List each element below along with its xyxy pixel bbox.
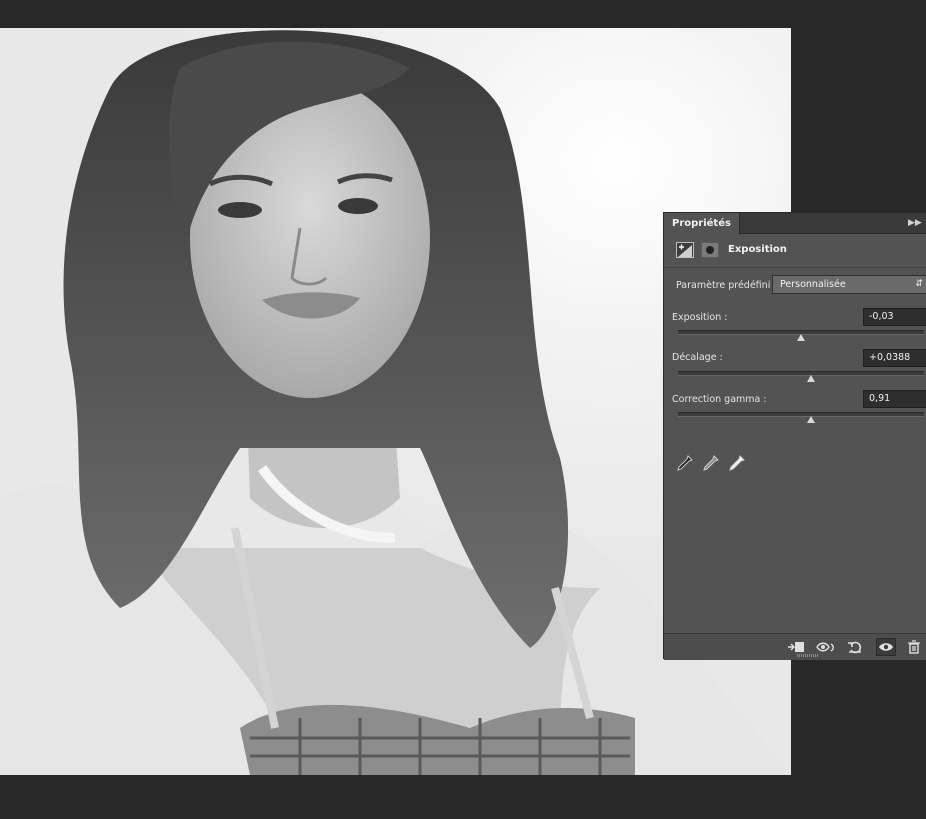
gamma-slider-thumb[interactable]: [806, 416, 815, 423]
delete-trash-icon[interactable]: [904, 638, 924, 656]
exposure-slider-thumb[interactable]: [797, 334, 805, 341]
reset-icon[interactable]: [845, 638, 865, 656]
panel-resize-grip[interactable]: [797, 654, 819, 657]
tab-properties[interactable]: Propriétés: [664, 213, 740, 234]
panel-tab-bar: Propriétés ▶▶: [664, 213, 926, 234]
collapse-panel-icon[interactable]: ▶▶: [908, 217, 922, 229]
eyedropper-white-icon[interactable]: [728, 454, 746, 472]
offset-label: Décalage :: [672, 352, 723, 363]
eyedropper-gray-icon[interactable]: [702, 454, 720, 472]
properties-panel: Propriétés ▶▶ Exposition Paramètre prédé…: [663, 212, 926, 660]
offset-slider-thumb[interactable]: [806, 375, 815, 382]
visibility-eye-icon[interactable]: [876, 638, 896, 656]
preset-select[interactable]: Personnalisée ⇵: [772, 275, 926, 294]
exposure-label: Exposition :: [672, 312, 728, 323]
select-arrows-icon: ⇵: [915, 279, 923, 289]
adjustment-header: Exposition: [664, 234, 926, 268]
panel-bottom-bar: [664, 633, 926, 660]
preset-label: Paramètre prédéfini :: [676, 280, 777, 291]
eyedropper-black-icon[interactable]: [676, 454, 694, 472]
gamma-slider-track[interactable]: [678, 412, 924, 417]
preset-value: Personnalisée: [780, 279, 846, 290]
panel-title: Exposition: [728, 244, 787, 255]
exposure-adjustment-icon[interactable]: [676, 242, 694, 258]
exposure-value-field[interactable]: -0,03: [863, 308, 926, 326]
layer-mask-icon[interactable]: [701, 242, 719, 258]
offset-slider-track[interactable]: [678, 371, 924, 376]
gamma-value-field[interactable]: 0,91: [863, 390, 926, 408]
gamma-label: Correction gamma :: [672, 394, 767, 405]
offset-value-field[interactable]: +0,0388: [863, 349, 926, 367]
view-previous-icon[interactable]: [816, 638, 836, 656]
